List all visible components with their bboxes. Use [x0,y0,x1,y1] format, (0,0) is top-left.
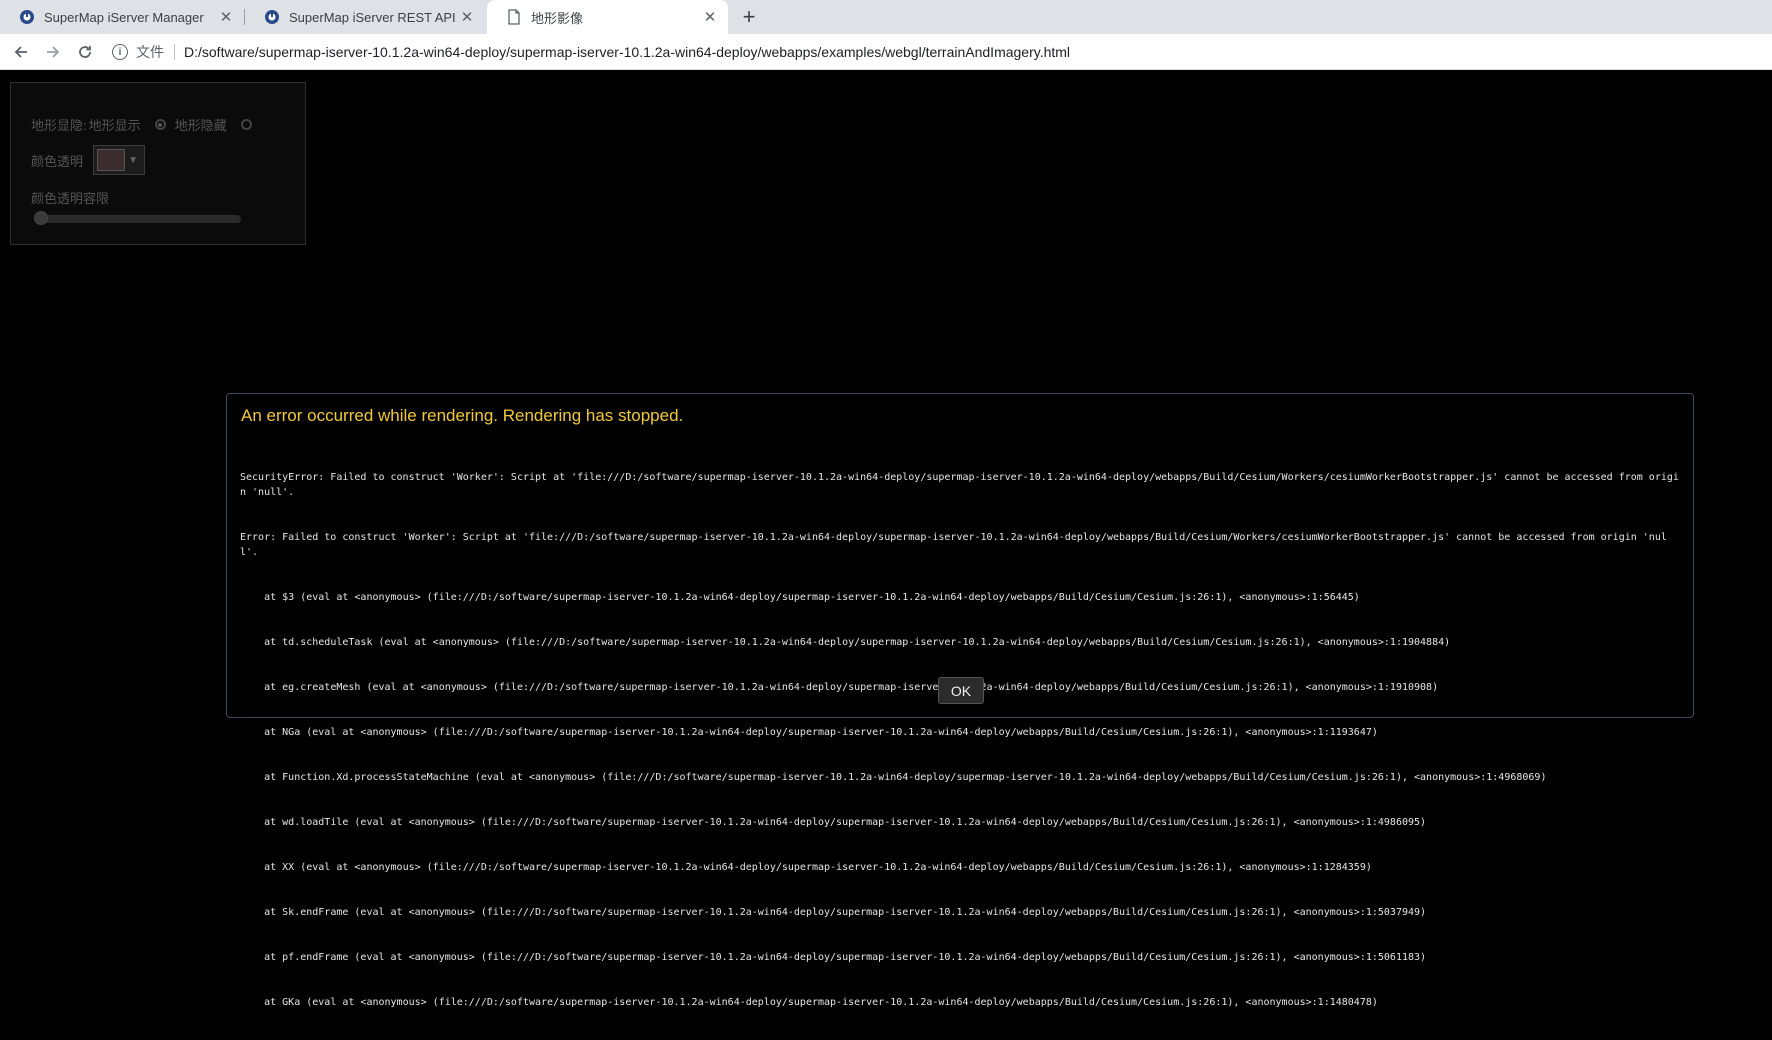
terrain-label: 地形显隐: [31,118,87,133]
forward-button[interactable] [42,41,64,63]
stack-line: at Function.Xd.processStateMachine (eval… [240,772,1547,783]
cesium-viewer[interactable]: 地形显隐: 地形显示 地形隐藏 颜色透明 ▼ 颜色透明容限 An error o… [0,70,1772,1008]
color-transparent-label: 颜色透明 [31,153,84,169]
stack-line: at wd.loadTile (eval at <anonymous> (fil… [240,817,1427,828]
hide-terrain-radio[interactable] [240,119,252,130]
tool-panel: 地形显隐: 地形显示 地形隐藏 颜色透明 ▼ 颜色透明容限 [10,82,306,245]
show-terrain-radio[interactable] [154,119,166,130]
slider-handle[interactable] [34,211,48,225]
browser-toolbar: i 文件 D:/software/supermap-iserver-10.1.2… [0,34,1772,70]
stack-line: at Sk.endFrame (eval at <anonymous> (fil… [240,907,1427,918]
tab-strip: SuperMap iServer Manager ✕ SuperMap iSer… [0,0,1772,34]
stack-line: at pf.endFrame (eval at <anonymous> (fil… [240,952,1427,963]
omnibox-divider [174,44,175,60]
arrow-right-icon [47,46,60,58]
tab-title: SuperMap iServer Manager [44,9,204,25]
tab-supermap-manager[interactable]: SuperMap iServer Manager ✕ [0,0,244,34]
scheme-label: 文件 [136,44,164,60]
color-swatch [97,149,126,171]
close-icon[interactable]: ✕ [218,9,234,26]
stack-line: at $3 (eval at <anonymous> (file:///D:/s… [240,592,1360,603]
error-line: SecurityError: Failed to construct 'Work… [240,472,1679,498]
document-icon [505,8,523,26]
arrow-left-icon [14,46,27,58]
back-button[interactable] [10,41,32,63]
caret-down-icon: ▼ [128,154,138,166]
ok-button[interactable]: OK [938,677,984,704]
stack-line: at td.scheduleTask (eval at <anonymous> … [240,637,1451,648]
close-icon[interactable]: ✕ [702,9,718,26]
color-picker[interactable]: ▼ [93,145,146,175]
tab-title: 地形影像 [531,10,584,26]
address-bar[interactable]: i 文件 D:/software/supermap-iserver-10.1.2… [112,38,1762,66]
error-message: SecurityError: Failed to construct 'Work… [240,440,1682,1040]
tolerance-slider[interactable] [34,211,241,225]
tolerance-label: 颜色透明容限 [31,191,110,206]
stack-line: at XX (eval at <anonymous> (file:///D:/s… [240,862,1372,873]
error-dialog: An error occurred while rendering. Rende… [226,393,1694,1008]
url-text: D:/software/supermap-iserver-10.1.2a-win… [184,44,1071,60]
tab-supermap-rest-api[interactable]: SuperMap iServer REST API ✕ [245,0,485,34]
reload-icon [79,46,91,58]
close-icon[interactable]: ✕ [459,9,475,26]
info-icon[interactable]: i [112,44,128,60]
error-title: An error occurred while rendering. Rende… [241,406,684,425]
hide-terrain-label: 地形隐藏 [174,118,227,133]
error-line: Error: Failed to construct 'Worker': Scr… [240,532,1667,558]
terrain-toggle-row: 地形显隐: 地形显示 地形隐藏 [31,115,252,134]
tolerance-row: 颜色透明容限 [31,188,109,207]
stack-line: at GKa (eval at <anonymous> (file:///D:/… [240,997,1378,1008]
supermap-logo-icon [263,8,281,26]
color-row: 颜色透明 ▼ [31,145,146,175]
tab-terrain-imagery[interactable]: 地形影像 ✕ [487,0,728,34]
supermap-logo-icon [18,8,36,26]
show-terrain-label: 地形显示 [88,118,141,133]
stack-line: at NGa (eval at <anonymous> (file:///D:/… [240,727,1378,738]
reload-button[interactable] [74,41,96,63]
tab-title: SuperMap iServer REST API [289,9,456,25]
new-tab-button[interactable]: + [737,4,761,29]
